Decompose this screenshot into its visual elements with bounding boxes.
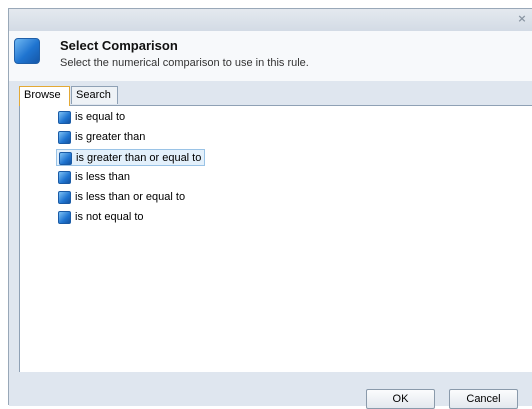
comparison-icon [14, 38, 40, 64]
list-item-label: is less than [75, 171, 131, 183]
list-item-label: is greater than or equal to [76, 152, 202, 164]
dialog-titlebar: × [9, 9, 532, 32]
list-item-equal[interactable]: is equal to [56, 109, 128, 126]
tab-search[interactable]: Search [71, 86, 118, 104]
list-item-label: is not equal to [75, 211, 144, 223]
list-item-greater[interactable]: is greater than [56, 129, 148, 146]
list-item-label: is equal to [75, 111, 126, 123]
comparison-item-icon [58, 211, 71, 224]
dialog-title: Select Comparison [60, 38, 178, 53]
list-item-less-or-equal[interactable]: is less than or equal to [56, 189, 188, 206]
select-comparison-dialog: × Select Comparison Select the numerical… [8, 8, 532, 409]
comparison-item-icon [58, 111, 71, 124]
dialog-footer: OK Cancel [9, 372, 532, 409]
ok-button[interactable]: OK [366, 389, 435, 409]
comparison-item-icon [58, 131, 71, 144]
dialog-header: Select Comparison Select the numerical c… [9, 31, 532, 81]
tab-browse[interactable]: Browse [19, 86, 70, 106]
comparison-item-icon [59, 152, 72, 165]
list-item-not-equal[interactable]: is not equal to [56, 209, 147, 226]
comparison-item-icon [58, 191, 71, 204]
list-item-label: is less than or equal to [75, 191, 186, 203]
comparison-item-icon [58, 171, 71, 184]
list-item-less[interactable]: is less than [56, 169, 133, 186]
close-icon[interactable]: × [516, 13, 528, 25]
browse-panel: is equal to is greater than is greater t… [19, 105, 532, 373]
cancel-button[interactable]: Cancel [449, 389, 518, 409]
list-item-greater-or-equal[interactable]: is greater than or equal to [56, 149, 206, 166]
dialog-subtitle: Select the numerical comparison to use i… [60, 57, 309, 69]
list-item-label: is greater than [75, 131, 146, 143]
